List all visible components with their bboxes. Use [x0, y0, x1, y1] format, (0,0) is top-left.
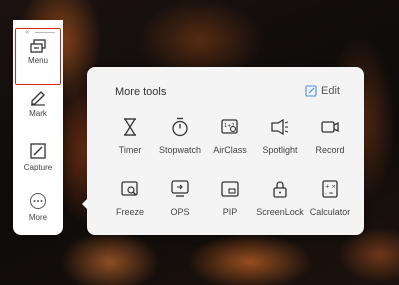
mark-button[interactable]: Mark [13, 88, 63, 118]
more-dots-icon [30, 193, 46, 209]
capture-button[interactable]: Capture [13, 142, 63, 172]
svg-text:+ ×: + × [325, 184, 336, 190]
capture-icon [30, 143, 46, 159]
timer-label: Timer [118, 145, 142, 155]
calculator-icon: + × - = [322, 180, 338, 198]
freeze-icon [121, 181, 138, 196]
airclass-label: AirClass [213, 145, 247, 155]
lock-icon [273, 181, 287, 198]
calculator-tool[interactable]: + × - = Calculator [303, 179, 357, 217]
airclass-icon: 1+2 [221, 119, 238, 134]
record-icon [321, 121, 339, 133]
airclass-tool[interactable]: 1+2 AirClass [203, 117, 257, 155]
spotlight-label: Spotlight [262, 145, 298, 155]
more-tools-panel: More tools Edit Timer Stopwatch 1+2 AirC… [82, 67, 364, 235]
screenlock-label: ScreenLock [256, 207, 304, 217]
pip-icon [221, 181, 239, 197]
ops-tool[interactable]: OPS [153, 179, 207, 217]
menu-label: Menu [27, 56, 48, 65]
stopwatch-icon [172, 117, 188, 137]
edit-icon [305, 85, 317, 97]
calculator-label: Calculator [309, 207, 351, 217]
panel-pointer [82, 198, 88, 210]
menu-button[interactable]: Menu [15, 28, 61, 85]
more-button[interactable]: More [13, 192, 63, 222]
spotlight-icon [271, 118, 289, 136]
freeze-tool[interactable]: Freeze [103, 179, 157, 217]
ops-icon [171, 180, 189, 197]
windows-icon [30, 39, 46, 53]
record-label: Record [315, 145, 345, 155]
pen-icon [31, 91, 45, 106]
stopwatch-label: Stopwatch [158, 145, 202, 155]
stopwatch-tool[interactable]: Stopwatch [153, 117, 207, 155]
hourglass-icon [124, 118, 136, 136]
timer-tool[interactable]: Timer [103, 117, 157, 155]
more-label: More [28, 213, 48, 222]
svg-text:- =: - = [325, 191, 334, 197]
edit-button[interactable]: Edit [305, 85, 340, 97]
edit-label: Edit [321, 85, 340, 97]
capture-label: Capture [23, 163, 53, 172]
spotlight-tool[interactable]: Spotlight [253, 117, 307, 155]
screenlock-tool[interactable]: ScreenLock [253, 179, 307, 217]
panel-title: More tools [115, 86, 167, 98]
pip-label: PIP [222, 207, 238, 217]
toolbar-sidebar: « Menu Mark Capture More [13, 20, 63, 235]
ops-label: OPS [170, 207, 190, 217]
freeze-label: Freeze [115, 207, 144, 217]
mark-label: Mark [29, 109, 47, 118]
pip-tool[interactable]: PIP [203, 179, 257, 217]
record-tool[interactable]: Record [303, 117, 357, 155]
